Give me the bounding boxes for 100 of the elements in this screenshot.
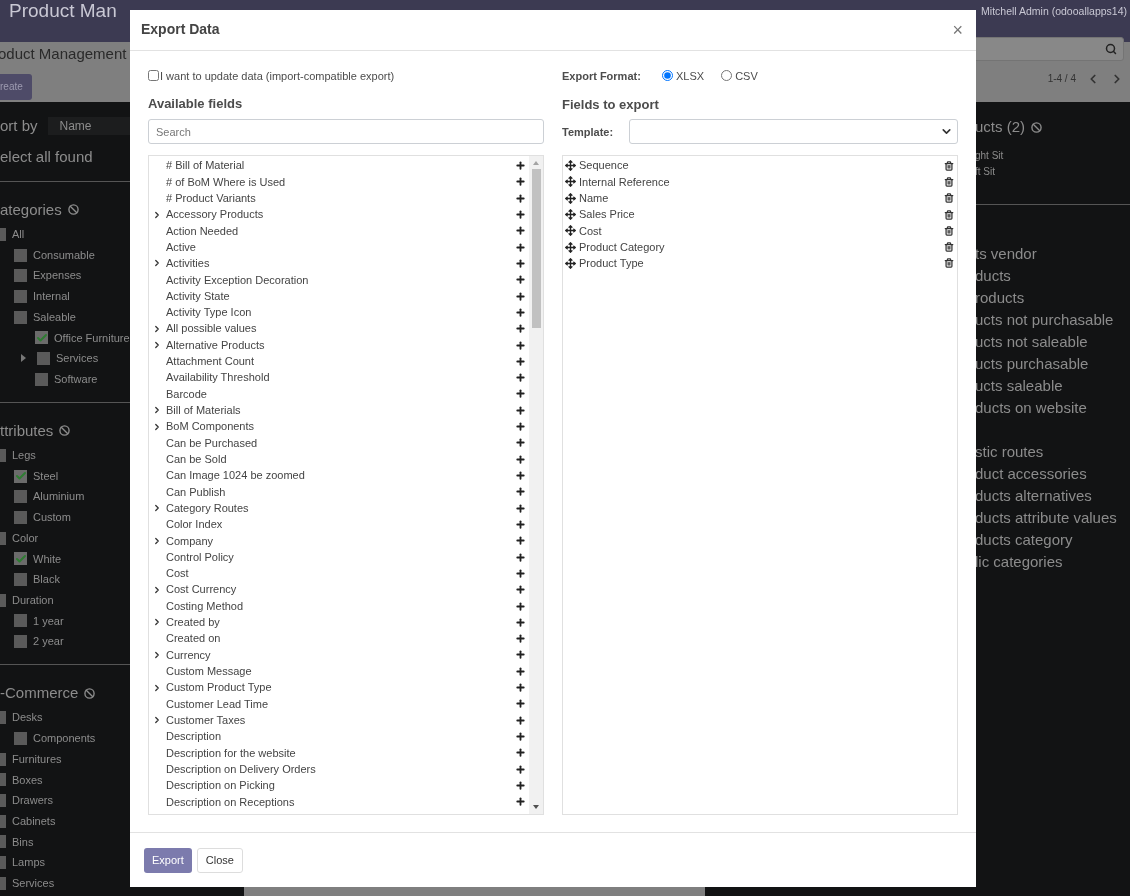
select-all-link[interactable]: elect all found [0, 146, 131, 169]
scrollbar[interactable] [529, 156, 543, 815]
expand-icon[interactable] [152, 682, 162, 693]
radio-label[interactable]: CSV [735, 67, 758, 85]
add-icon[interactable] [515, 306, 526, 318]
field-item[interactable]: Description on Delivery Orders [166, 760, 316, 778]
field-item[interactable]: Can Publish [166, 483, 226, 501]
export-field-item[interactable]: Product Category [579, 238, 665, 256]
delete-icon[interactable] [944, 258, 954, 269]
add-icon[interactable] [515, 470, 526, 482]
add-icon[interactable] [515, 616, 526, 628]
field-item[interactable]: Created on [166, 630, 221, 647]
filter-label[interactable]: Services [56, 350, 99, 367]
filter-item[interactable]: ducts attribute values [975, 506, 1130, 529]
add-icon[interactable] [515, 518, 526, 530]
add-icon[interactable] [515, 355, 526, 367]
field-item[interactable]: Currency [166, 646, 211, 664]
clear-icon[interactable] [1031, 121, 1042, 133]
filter-item[interactable]: ducts category [975, 528, 1130, 551]
field-item[interactable]: Action Needed [166, 222, 239, 240]
radio-label[interactable]: XLSX [676, 67, 705, 85]
delete-icon[interactable] [944, 225, 954, 236]
filter-label[interactable]: Expenses [33, 267, 82, 284]
field-item[interactable]: Activities [166, 255, 210, 272]
field-item[interactable]: Customer Taxes [166, 711, 246, 729]
add-icon[interactable] [515, 274, 526, 286]
filter-label[interactable]: Components [33, 730, 96, 747]
filter-item[interactable]: duct accessories [975, 462, 1130, 485]
filter-label[interactable]: Legs [12, 447, 36, 464]
checkbox[interactable] [14, 248, 27, 262]
field-item[interactable]: Activity Exception Decoration [166, 271, 309, 289]
export-field-item[interactable]: Sales Price [579, 206, 635, 223]
expand-icon[interactable] [152, 503, 162, 514]
add-icon[interactable] [515, 257, 526, 269]
filter-label[interactable]: Drawers [12, 792, 53, 809]
checkbox[interactable] [14, 635, 27, 649]
filter-label[interactable]: Consumable [33, 246, 95, 264]
add-icon[interactable] [515, 682, 526, 694]
expand-icon[interactable] [152, 715, 162, 726]
add-icon[interactable] [515, 731, 526, 743]
filter-label[interactable]: White [33, 550, 62, 568]
export-field-item[interactable]: Cost [579, 222, 602, 240]
field-item[interactable]: Activity State [166, 287, 230, 305]
filter-item[interactable]: ts vendor [975, 242, 1130, 265]
drag-handle-icon[interactable] [565, 225, 576, 237]
user-menu[interactable]: Mitchell Admin (odooallapps14) [981, 5, 1127, 17]
checkbox[interactable] [14, 572, 27, 586]
filter-item[interactable]: ucts purchasable [975, 352, 1130, 375]
filter-item[interactable]: ducts on website [975, 396, 1130, 419]
filter-label[interactable]: Aluminium [33, 488, 85, 505]
field-item[interactable]: Availability Threshold [166, 369, 270, 386]
field-item[interactable]: Control Policy [166, 548, 234, 566]
add-icon[interactable] [515, 437, 526, 449]
field-item[interactable]: Can Image 1024 be zoomed [166, 467, 305, 484]
field-item[interactable]: Custom Message [166, 663, 252, 680]
field-item[interactable]: Activity Type Icon [166, 304, 252, 321]
field-item[interactable]: Attachment Count [166, 353, 255, 370]
delete-icon[interactable] [944, 160, 954, 171]
filter-label[interactable]: 1 year [33, 612, 64, 630]
expand-icon[interactable] [152, 617, 162, 628]
checkbox[interactable] [37, 351, 50, 365]
filter-item[interactable]: ucts not saleable [975, 330, 1130, 353]
delete-icon[interactable] [944, 193, 954, 204]
drag-handle-icon[interactable] [565, 209, 576, 221]
add-icon[interactable] [515, 600, 526, 612]
add-icon[interactable] [515, 290, 526, 302]
add-icon[interactable] [515, 584, 526, 596]
search-icon[interactable] [1105, 43, 1117, 55]
export-field-item[interactable]: Sequence [579, 157, 629, 174]
field-item[interactable]: All possible values [166, 320, 257, 337]
filter-label[interactable]: Color [12, 529, 39, 547]
format-radio[interactable] [721, 70, 733, 82]
add-icon[interactable] [515, 421, 526, 433]
delete-icon[interactable] [944, 176, 954, 187]
field-item[interactable]: Alternative Products [166, 336, 265, 354]
delete-icon[interactable] [944, 242, 954, 253]
scroll-down-icon[interactable] [533, 805, 539, 810]
checkbox[interactable] [35, 331, 48, 345]
expand-icon[interactable] [152, 535, 162, 546]
filter-label[interactable]: Cabinets [12, 812, 56, 830]
filter-label[interactable]: Saleable [33, 308, 76, 326]
field-item[interactable]: Description for the website [166, 744, 296, 762]
expand-icon[interactable] [152, 405, 162, 416]
field-item[interactable]: # Product Variants [166, 189, 256, 207]
checkbox[interactable] [14, 731, 27, 745]
filter-label[interactable]: 2 year [33, 633, 64, 650]
clear-icon[interactable] [67, 204, 79, 216]
field-item[interactable]: # of BoM Where is Used [166, 173, 286, 191]
expand-icon[interactable] [152, 421, 162, 432]
drag-handle-icon[interactable] [565, 192, 576, 204]
product-item[interactable]: ght Sit [975, 147, 1130, 164]
checkbox[interactable] [14, 310, 27, 324]
clear-icon[interactable] [84, 687, 96, 699]
add-icon[interactable] [515, 551, 526, 563]
clear-icon[interactable] [59, 425, 71, 437]
add-icon[interactable] [515, 633, 526, 645]
field-item[interactable]: Can be Sold [166, 450, 227, 468]
field-item[interactable]: Description on Receptions [166, 793, 295, 811]
field-item[interactable]: Costing Method [166, 597, 244, 615]
filter-label[interactable]: Black [33, 571, 60, 588]
